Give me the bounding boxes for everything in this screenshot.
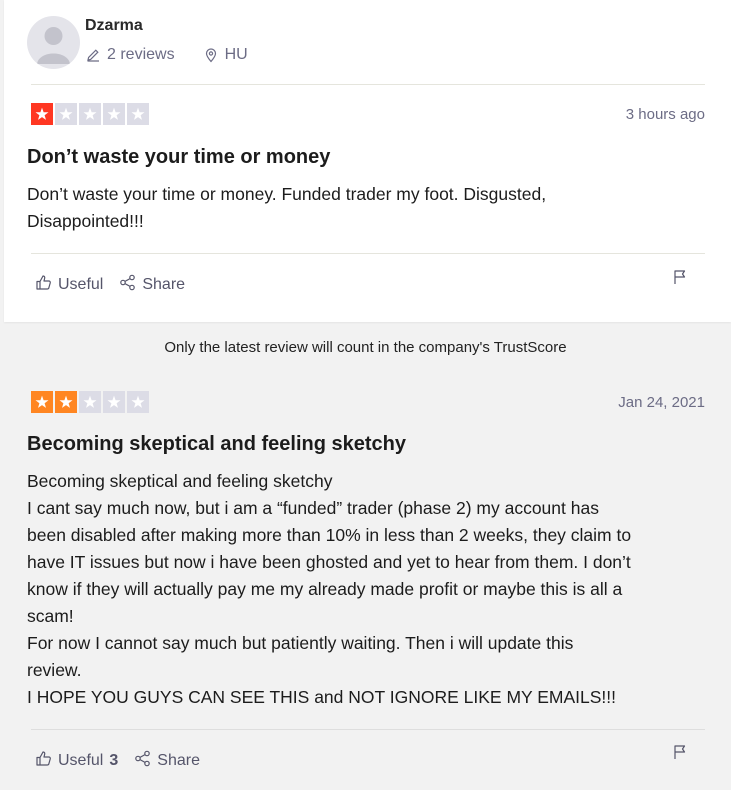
- star-icon: [55, 391, 77, 413]
- thumbs-up-icon: [35, 750, 52, 772]
- star-icon: [103, 391, 125, 413]
- review-body-line: Disappointed!!!: [27, 211, 144, 231]
- review-body-line: Becoming skeptical and feeling sketchy: [27, 471, 333, 491]
- divider: [31, 84, 705, 85]
- review-title[interactable]: Becoming skeptical and feeling sketchy: [27, 433, 406, 456]
- reviewer-country: HU: [224, 46, 248, 63]
- useful-label: Useful: [58, 752, 104, 769]
- trustscore-notice: Only the latest review will count in the…: [164, 339, 567, 356]
- star-icon: [103, 103, 125, 125]
- review-body-line: Don’t waste your time or money. Funded t…: [27, 184, 547, 204]
- review-title[interactable]: Don’t waste your time or money: [27, 146, 330, 169]
- share-label: Share: [157, 752, 200, 769]
- review-body-line: have IT issues but now i have been ghost…: [27, 552, 631, 572]
- review-date: 3 hours ago: [625, 106, 705, 123]
- review-body-line: I cant say much now, but i am a “funded”…: [27, 498, 599, 518]
- flag-icon: [673, 745, 687, 764]
- useful-button[interactable]: Useful: [35, 274, 103, 296]
- review-body: Don’t waste your time or money. Funded t…: [27, 181, 546, 235]
- report-flag-button[interactable]: [673, 744, 687, 765]
- review-body-line: scam!: [27, 606, 74, 626]
- star-rating: [31, 103, 149, 125]
- star-icon: [127, 391, 149, 413]
- review-body-line: know if they will actually pay me my alr…: [27, 579, 623, 599]
- share-label: Share: [142, 276, 186, 293]
- share-icon: [134, 750, 151, 772]
- flag-icon: [673, 270, 687, 289]
- review-body-line: For now I cannot say much but patiently …: [27, 633, 574, 653]
- star-icon: [79, 391, 101, 413]
- share-button[interactable]: Share: [134, 750, 200, 772]
- star-icon: [127, 103, 149, 125]
- avatar[interactable]: [27, 16, 80, 69]
- review-body: Becoming skeptical and feeling sketchy I…: [27, 468, 631, 711]
- share-button[interactable]: Share: [119, 274, 185, 296]
- star-icon: [31, 103, 53, 125]
- star-icon: [31, 391, 53, 413]
- avatar-placeholder-icon: [37, 27, 70, 64]
- useful-button[interactable]: Useful 3: [35, 750, 118, 772]
- report-flag-button[interactable]: [673, 269, 687, 290]
- review-actions: Useful 3 Share: [35, 750, 200, 772]
- review-date: Jan 24, 2021: [618, 394, 705, 411]
- thumbs-up-icon: [35, 274, 52, 296]
- share-icon: [119, 274, 136, 296]
- review-body-line: been disabled after making more than 10%…: [27, 525, 632, 545]
- star-icon: [79, 103, 101, 125]
- reviews-count: 2 reviews: [107, 46, 175, 63]
- star-rating: [31, 391, 149, 413]
- review-actions: Useful Share: [35, 274, 185, 296]
- review-body-line: I HOPE YOU GUYS CAN SEE THIS and NOT IGN…: [27, 687, 617, 707]
- divider: [31, 729, 705, 730]
- star-icon: [55, 103, 77, 125]
- reviewer-meta: 2 reviews HU: [85, 46, 248, 64]
- review-body-line: review.: [27, 660, 82, 680]
- location-pin-icon: [203, 47, 219, 63]
- reviewer-name[interactable]: Dzarma: [85, 17, 143, 35]
- useful-label: Useful: [58, 276, 104, 293]
- divider: [31, 253, 705, 254]
- pencil-icon: [85, 47, 101, 63]
- useful-count: 3: [109, 752, 119, 769]
